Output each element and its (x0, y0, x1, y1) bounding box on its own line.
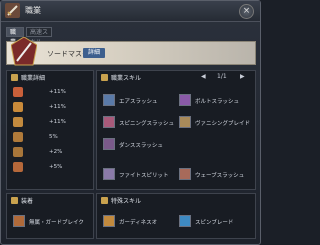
equip-panel-icon (11, 197, 18, 204)
stat-value: +5% (49, 164, 63, 170)
stats-panel-icon (11, 74, 18, 81)
equip-panel-header: 装着 (11, 196, 33, 205)
skill-slot[interactable]: スピニングスラッシュ (103, 116, 175, 129)
equip-item-icon (13, 215, 25, 227)
skill-name: ボルトスラッシュ (195, 99, 240, 105)
skill-slot[interactable]: ダンススラッシュ (103, 138, 173, 151)
skill-icon (103, 116, 115, 128)
skill-name: ダンススラッシュ (119, 143, 163, 149)
equip-slot[interactable]: 無属・ガードブレイク (13, 215, 93, 228)
skill-slot[interactable]: ボルトスラッシュ (179, 94, 249, 107)
title-bar: 職業 × (1, 1, 260, 22)
stats-panel-title: 職業詳細 (21, 75, 46, 82)
skill-name: ガーディネスオ (119, 220, 158, 226)
special-skill-slot[interactable]: ガーディネスオ (103, 215, 173, 228)
special-panel-icon (101, 197, 108, 204)
job-emblem-icon (11, 37, 37, 66)
stat-row: 5% (13, 132, 91, 144)
equip-item-name: 無属・ガードブレイク (29, 220, 84, 226)
tab-quick-skill[interactable]: 高速スキル (26, 27, 52, 46)
job-banner: ソードマスター 詳細 (6, 37, 256, 66)
skill-icon (179, 215, 191, 227)
stat-value: +11% (49, 89, 66, 95)
heart-icon (13, 87, 23, 97)
equip-panel-title: 装着 (21, 198, 34, 205)
skill-name: ファイトスピリット (119, 173, 169, 179)
skill-icon (179, 94, 191, 106)
stat-row: +11% (13, 102, 91, 114)
skills-panel-icon (101, 74, 108, 81)
skill-slot[interactable]: ファイトスピリット (103, 168, 173, 181)
skill-icon (103, 138, 115, 150)
skill-icon (179, 168, 191, 180)
job-detail-badge[interactable]: 詳細 (83, 48, 105, 58)
special-skill-panel: 特殊スキル ガーディネスオ スピンブレード (96, 193, 256, 239)
stat-row: +11% (13, 117, 91, 129)
equip-panel: 装着 無属・ガードブレイク (6, 193, 94, 239)
skills-panel-title: 職業スキル (111, 75, 142, 82)
special-panel-title: 特殊スキル (111, 198, 142, 205)
boots-icon (13, 147, 23, 157)
skill-icon (179, 116, 191, 128)
special-skill-slot[interactable]: スピンブレード (179, 215, 249, 228)
job-window: 職業 × 職業 高速スキル ソードマスター 詳細 職業詳細 +11% +11% … (0, 0, 261, 245)
sword-icon (5, 3, 20, 18)
skill-icon (103, 94, 115, 106)
skill-icon (103, 215, 115, 227)
special-panel-header: 特殊スキル (101, 196, 141, 205)
skill-name: スピニングスラッシュ (119, 121, 175, 127)
window-title: 職業 (25, 6, 41, 15)
stat-value: +11% (49, 104, 66, 110)
skill-slot[interactable]: エアスラッシュ (103, 94, 173, 107)
stat-row: +5% (13, 162, 91, 174)
sword-icon (13, 102, 23, 112)
skill-name: スピンブレード (195, 220, 234, 226)
stat-value: 5% (49, 134, 58, 140)
close-button[interactable]: × (239, 4, 254, 19)
skill-name: ヴァニシングブレイド (195, 121, 251, 127)
prev-page-button[interactable]: ◀ (201, 73, 206, 80)
stat-row: +11% (13, 87, 91, 99)
page-indicator: 1/1 (217, 73, 227, 80)
job-stats-panel: 職業詳細 +11% +11% +11% 5% +2% +5% (6, 70, 94, 190)
skills-panel-header: 職業スキル (101, 73, 141, 82)
skill-slot[interactable]: ヴァニシングブレイド (179, 116, 251, 129)
tab-job[interactable]: 職業 (6, 27, 24, 46)
job-skills-panel: 職業スキル ◀ 1/1 ▶ エアスラッシュ ボルトスラッシュ スピニングスラッシ… (96, 70, 256, 190)
skill-name: エアスラッシュ (119, 99, 158, 105)
next-page-button[interactable]: ▶ (240, 73, 245, 80)
stat-value: +11% (49, 119, 66, 125)
stat-row: +2% (13, 147, 91, 159)
target-icon (13, 132, 23, 142)
skill-icon (103, 168, 115, 180)
stat-value: +2% (49, 149, 63, 155)
stats-panel-header: 職業詳細 (11, 73, 45, 82)
skill-slot[interactable]: ウェーブスラッシュ (179, 168, 249, 181)
shield-icon (13, 117, 23, 127)
flame-icon (13, 162, 23, 172)
skill-name: ウェーブスラッシュ (195, 173, 245, 179)
